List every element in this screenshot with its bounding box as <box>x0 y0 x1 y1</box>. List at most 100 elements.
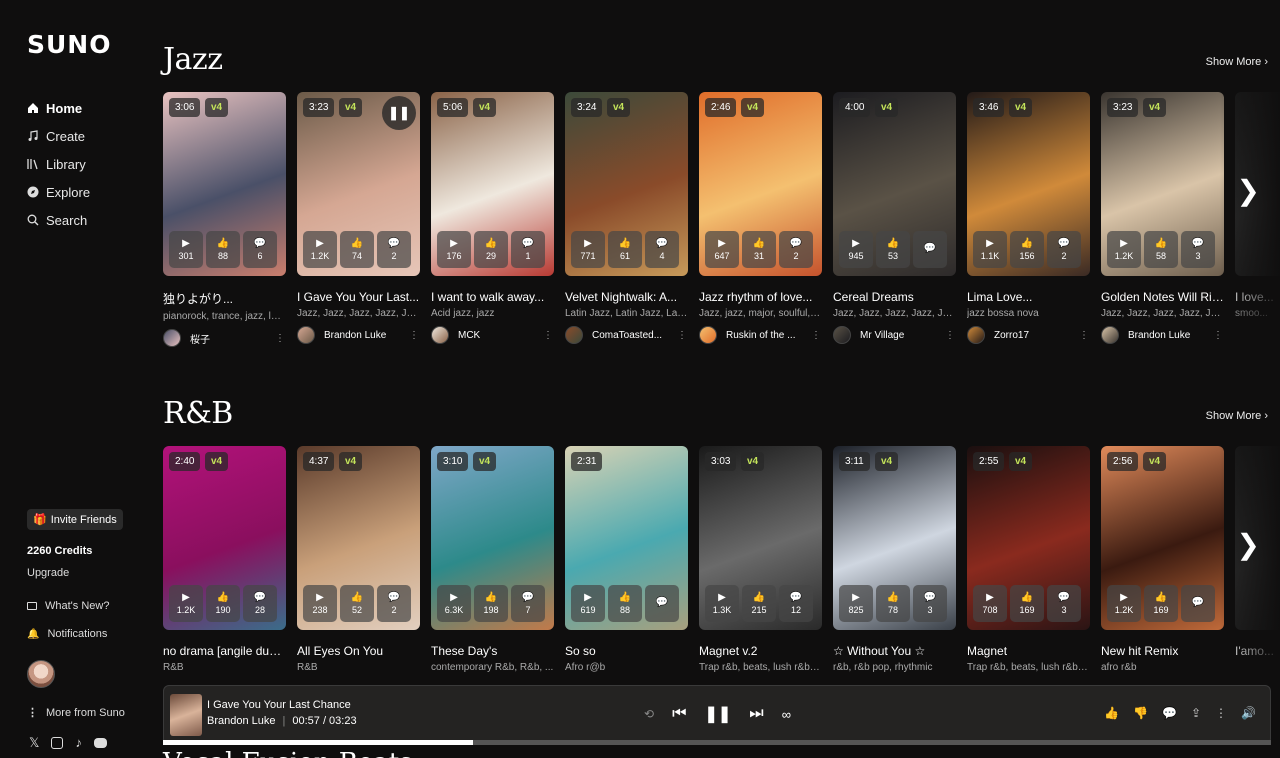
comment-button[interactable]: 💬 1 <box>511 231 545 268</box>
artist-name[interactable]: ComaToasted... <box>592 330 676 341</box>
more-vertical-icon[interactable]: ⋮ <box>408 330 420 341</box>
show-more-rnb[interactable]: Show More › <box>1206 410 1268 422</box>
like-button[interactable]: 👍 215 <box>742 585 776 622</box>
song-card[interactable]: 2:31 ▶ 619 👍 88 💬 So so Afro r@b <box>565 446 688 673</box>
artist-name[interactable]: Brandon Luke <box>324 330 408 341</box>
repeat-icon[interactable]: ⟲ <box>644 707 654 721</box>
artist-name[interactable]: Mr Village <box>860 330 944 341</box>
song-card[interactable]: I love... smoo... <box>1235 92 1280 347</box>
like-button[interactable]: 👍 88 <box>206 231 240 268</box>
previous-icon[interactable]: ⏮ <box>672 705 686 723</box>
song-title[interactable]: Lima Love... <box>967 290 1090 304</box>
nav-item-library[interactable]: Library <box>27 150 90 178</box>
song-title[interactable]: So so <box>565 644 688 658</box>
comment-button[interactable]: 💬 <box>913 231 947 268</box>
comment-button[interactable]: 💬 12 <box>779 585 813 622</box>
comment-button[interactable]: 💬 <box>645 585 679 622</box>
play-button[interactable]: ▶ 6.3K <box>437 585 471 622</box>
play-button[interactable]: ▶ 1.3K <box>705 585 739 622</box>
like-button[interactable]: 👍 31 <box>742 231 776 268</box>
like-button[interactable]: 👍 58 <box>1144 231 1178 268</box>
suno-logo[interactable]: SUNO <box>27 30 111 59</box>
song-cover[interactable]: 5:06 v4 ▶ 176 👍 29 💬 1 <box>431 92 554 276</box>
instagram-icon[interactable] <box>51 737 64 749</box>
comment-button[interactable]: 💬 3 <box>1047 585 1081 622</box>
like-button[interactable]: 👍 156 <box>1010 231 1044 268</box>
comment-icon[interactable]: 💬 <box>1162 706 1177 720</box>
comment-button[interactable]: 💬 <box>1181 585 1215 622</box>
like-button[interactable]: 👍 190 <box>206 585 240 622</box>
song-cover[interactable]: 2:40 v4 ▶ 1.2K 👍 190 💬 28 <box>163 446 286 630</box>
song-card[interactable]: 3:46 v4 ▶ 1.1K 👍 156 💬 2 Lima Love... jazz bo… <box>967 92 1090 347</box>
user-avatar[interactable] <box>27 660 55 688</box>
more-vertical-icon[interactable]: ⋮ <box>1212 330 1224 341</box>
play-button[interactable]: ▶ 1.2K <box>1107 585 1141 622</box>
comment-button[interactable]: 💬 2 <box>377 231 411 268</box>
song-title[interactable]: Cereal Dreams <box>833 290 956 304</box>
comment-button[interactable]: 💬 3 <box>913 585 947 622</box>
next-arrow-rnb[interactable]: ❯ <box>1237 528 1260 561</box>
more-vertical-icon[interactable]: ⋮ <box>1078 330 1090 341</box>
song-title[interactable]: Velvet Nightwalk: A... <box>565 290 688 304</box>
play-button[interactable]: ▶ 176 <box>437 231 471 268</box>
play-button[interactable]: ▶ 825 <box>839 585 873 622</box>
like-button[interactable]: 👍 53 <box>876 231 910 268</box>
like-button[interactable]: 👍 88 <box>608 585 642 622</box>
song-title[interactable]: Magnet v.2 <box>699 644 822 658</box>
like-button[interactable]: 👍 198 <box>474 585 508 622</box>
comment-button[interactable]: 💬 2 <box>779 231 813 268</box>
song-title[interactable]: 独りよがり... <box>163 290 286 307</box>
play-button[interactable]: ▶ 647 <box>705 231 739 268</box>
song-card[interactable]: 5:06 v4 ▶ 176 👍 29 💬 1 I want to walk away..… <box>431 92 554 347</box>
song-cover[interactable]: 3:11 v4 ▶ 825 👍 78 💬 3 <box>833 446 956 630</box>
play-button[interactable]: ▶ 1.2K <box>169 585 203 622</box>
like-button[interactable]: 👍 169 <box>1010 585 1044 622</box>
artist-avatar[interactable] <box>565 326 583 344</box>
discord-icon[interactable] <box>93 738 107 748</box>
artist-name[interactable]: MCK <box>458 330 542 341</box>
thumbs-up-icon[interactable]: 👍 <box>1104 706 1119 720</box>
song-cover[interactable]: 4:37 v4 ▶ 238 👍 52 💬 2 <box>297 446 420 630</box>
nav-item-explore[interactable]: Explore <box>27 178 90 206</box>
artist-name[interactable]: Ruskin of the ... <box>726 330 810 341</box>
song-card[interactable]: 4:37 v4 ▶ 238 👍 52 💬 2 All Eyes On You R&B <box>297 446 420 673</box>
song-card[interactable]: 2:46 v4 ▶ 647 👍 31 💬 2 Jazz rhythm of love..… <box>699 92 822 347</box>
play-button[interactable]: ▶ 1.2K <box>1107 231 1141 268</box>
comment-button[interactable]: 💬 3 <box>1181 231 1215 268</box>
artist-avatar[interactable] <box>1101 326 1119 344</box>
like-button[interactable]: 👍 74 <box>340 231 374 268</box>
artist-avatar[interactable] <box>967 326 985 344</box>
artist-avatar[interactable] <box>163 329 181 347</box>
now-playing-artist[interactable]: Brandon Luke <box>207 715 276 727</box>
comment-button[interactable]: 💬 4 <box>645 231 679 268</box>
artist-name[interactable]: Brandon Luke <box>1128 330 1212 341</box>
song-title[interactable]: New hit Remix <box>1101 644 1224 658</box>
song-cover[interactable]: 3:06 v4 ▶ 301 👍 88 💬 6 <box>163 92 286 276</box>
song-cover[interactable]: 3:46 v4 ▶ 1.1K 👍 156 💬 2 <box>967 92 1090 276</box>
song-title[interactable]: I love... <box>1235 290 1280 304</box>
thumbs-down-icon[interactable]: 👎 <box>1133 706 1148 720</box>
song-cover[interactable]: 2:31 ▶ 619 👍 88 💬 <box>565 446 688 630</box>
more-vertical-icon[interactable]: ⋮ <box>944 330 956 341</box>
song-cover[interactable]: 2:46 v4 ▶ 647 👍 31 💬 2 <box>699 92 822 276</box>
comment-button[interactable]: 💬 7 <box>511 585 545 622</box>
song-cover[interactable]: 2:56 v4 ▶ 1.2K 👍 169 💬 <box>1101 446 1224 630</box>
next-icon[interactable]: ⏭ <box>749 705 763 723</box>
song-cover[interactable]: 3:23 v4 ▶ 1.2K 👍 58 💬 3 <box>1101 92 1224 276</box>
comment-button[interactable]: 💬 2 <box>377 585 411 622</box>
song-card[interactable]: 3:10 v4 ▶ 6.3K 👍 198 💬 7 These Day's contempo… <box>431 446 554 673</box>
song-title[interactable]: no drama [angile dust... <box>163 644 286 658</box>
artist-avatar[interactable] <box>297 326 315 344</box>
song-cover[interactable]: 4:00 v4 ▶ 945 👍 53 💬 <box>833 92 956 276</box>
more-vertical-icon[interactable]: ⋮ <box>1215 706 1227 720</box>
song-title[interactable]: All Eyes On You <box>297 644 420 658</box>
loop-icon[interactable]: ∞ <box>782 707 791 722</box>
song-card[interactable]: 3:06 v4 ▶ 301 👍 88 💬 6 独りよがり... pianorock, tr… <box>163 92 286 347</box>
invite-friends-button[interactable]: 🎁 Invite Friends <box>27 509 123 530</box>
upgrade-link[interactable]: Upgrade <box>27 567 69 579</box>
song-cover[interactable]: 3:24 v4 ▶ 771 👍 61 💬 4 <box>565 92 688 276</box>
share-icon[interactable]: ⇪ <box>1191 706 1201 720</box>
like-button[interactable]: 👍 52 <box>340 585 374 622</box>
song-cover[interactable]: 3:23 v4 ❚❚ ▶ 1.2K 👍 74 💬 2 <box>297 92 420 276</box>
song-card[interactable]: 3:03 v4 ▶ 1.3K 👍 215 💬 12 Magnet v.2 Trap r&b… <box>699 446 822 673</box>
